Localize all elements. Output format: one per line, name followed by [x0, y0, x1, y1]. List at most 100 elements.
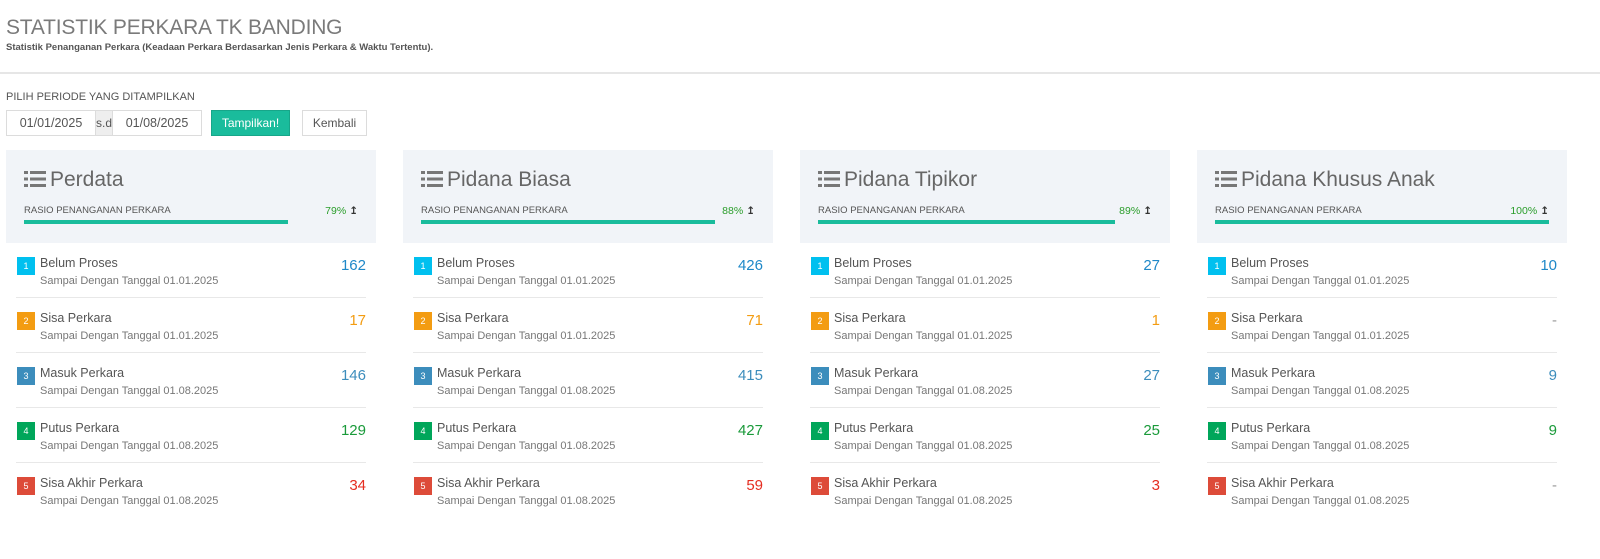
stat-value[interactable]: 415 [738, 367, 763, 384]
stat-list: 1 Belum Proses Sampai Dengan Tanggal 01.… [1197, 243, 1567, 518]
ratio-percent: 89% ↥ [1119, 205, 1152, 217]
stat-row-sisa-akhir-perkara: 5 Sisa Akhir Perkara Sampai Dengan Tangg… [16, 463, 366, 518]
stat-value[interactable]: 146 [341, 367, 366, 384]
stat-value[interactable]: 9 [1549, 422, 1557, 439]
stat-title: Sisa Perkara [1231, 311, 1303, 325]
stat-value[interactable]: 71 [746, 312, 763, 329]
stat-subtitle: Sampai Dengan Tanggal 01.01.2025 [834, 330, 1013, 342]
arrow-up-icon: ↥ [349, 205, 358, 217]
stat-title: Sisa Akhir Perkara [1231, 476, 1334, 490]
stat-subtitle: Sampai Dengan Tanggal 01.01.2025 [437, 330, 616, 342]
stat-title: Masuk Perkara [40, 366, 125, 380]
ratio-percent: 100% ↥ [1510, 205, 1549, 217]
stat-subtitle: Sampai Dengan Tanggal 01.01.2025 [40, 330, 219, 342]
arrow-up-icon: ↥ [746, 205, 755, 217]
stat-value[interactable]: 129 [341, 422, 366, 439]
stat-subtitle: Sampai Dengan Tanggal 01.08.2025 [1231, 385, 1410, 397]
list-icon [421, 171, 443, 187]
stat-value[interactable]: 59 [746, 477, 763, 494]
stat-title: Sisa Perkara [834, 311, 906, 325]
stat-value[interactable]: 34 [349, 477, 366, 494]
stat-title: Putus Perkara [1231, 421, 1311, 435]
ratio-progress-fill [1215, 220, 1549, 224]
stat-value[interactable]: 25 [1143, 422, 1160, 439]
end-date-input[interactable] [113, 111, 201, 135]
stat-subtitle: Sampai Dengan Tanggal 01.08.2025 [834, 440, 1013, 452]
panel-header: Pidana Tipikor RASIO PENANGANAN PERKARA … [800, 150, 1170, 243]
stat-value[interactable]: 9 [1549, 367, 1557, 384]
stat-row-putus-perkara: 4 Putus Perkara Sampai Dengan Tanggal 01… [1207, 408, 1557, 463]
panel-pidana-tipikor: Pidana Tipikor RASIO PENANGANAN PERKARA … [800, 150, 1170, 518]
panel-pidana-biasa: Pidana Biasa RASIO PENANGANAN PERKARA 88… [403, 150, 773, 518]
panel-title: Perdata [50, 168, 124, 191]
stat-value[interactable]: 427 [738, 422, 763, 439]
stat-value[interactable]: 1 [1152, 312, 1160, 329]
stat-value[interactable]: 162 [341, 257, 366, 274]
stat-number-badge: 4 [414, 422, 432, 440]
panel-header: Pidana Biasa RASIO PENANGANAN PERKARA 88… [403, 150, 773, 243]
stat-row-sisa-akhir-perkara: 5 Sisa Akhir Perkara Sampai Dengan Tangg… [810, 463, 1160, 518]
stat-row-sisa-perkara: 2 Sisa Perkara Sampai Dengan Tanggal 01.… [413, 298, 763, 353]
stat-subtitle: Sampai Dengan Tanggal 01.08.2025 [1231, 440, 1410, 452]
ratio-percent: 79% ↥ [325, 205, 358, 217]
show-button[interactable]: Tampilkan! [211, 110, 290, 136]
stat-title: Belum Proses [437, 256, 515, 270]
stat-number-badge: 1 [1208, 257, 1226, 275]
stat-number-badge: 5 [811, 477, 829, 495]
stat-subtitle: Sampai Dengan Tanggal 01.01.2025 [1231, 330, 1410, 342]
stat-number-badge: 5 [17, 477, 35, 495]
panel-title: Pidana Biasa [447, 168, 571, 191]
stat-list: 1 Belum Proses Sampai Dengan Tanggal 01.… [800, 243, 1170, 518]
stat-row-sisa-perkara: 2 Sisa Perkara Sampai Dengan Tanggal 01.… [16, 298, 366, 353]
stat-number-badge: 3 [1208, 367, 1226, 385]
stat-row-sisa-akhir-perkara: 5 Sisa Akhir Perkara Sampai Dengan Tangg… [413, 463, 763, 518]
stat-row-belum-proses: 1 Belum Proses Sampai Dengan Tanggal 01.… [413, 243, 763, 298]
stat-row-masuk-perkara: 3 Masuk Perkara Sampai Dengan Tanggal 01… [413, 353, 763, 408]
ratio-progress-bar [421, 220, 755, 224]
stat-title: Putus Perkara [834, 421, 914, 435]
stat-title: Putus Perkara [437, 421, 517, 435]
stat-row-belum-proses: 1 Belum Proses Sampai Dengan Tanggal 01.… [1207, 243, 1557, 298]
stat-value[interactable]: - [1552, 312, 1557, 329]
stat-subtitle: Sampai Dengan Tanggal 01.08.2025 [834, 495, 1013, 507]
stat-row-putus-perkara: 4 Putus Perkara Sampai Dengan Tanggal 01… [413, 408, 763, 463]
stat-title: Masuk Perkara [1231, 366, 1316, 380]
stat-subtitle: Sampai Dengan Tanggal 01.01.2025 [40, 275, 219, 287]
ratio-progress-fill [421, 220, 715, 224]
stat-subtitle: Sampai Dengan Tanggal 01.01.2025 [834, 275, 1013, 287]
stat-number-badge: 2 [811, 312, 829, 330]
stat-title: Masuk Perkara [834, 366, 919, 380]
stat-row-sisa-akhir-perkara: 5 Sisa Akhir Perkara Sampai Dengan Tangg… [1207, 463, 1557, 518]
stat-title: Sisa Perkara [437, 311, 509, 325]
stat-value[interactable]: 27 [1143, 367, 1160, 384]
start-date-input[interactable] [7, 111, 95, 135]
stat-number-badge: 4 [17, 422, 35, 440]
stat-value[interactable]: - [1552, 477, 1557, 494]
stat-subtitle: Sampai Dengan Tanggal 01.08.2025 [437, 440, 616, 452]
stat-value[interactable]: 10 [1540, 257, 1557, 274]
stat-number-badge: 3 [414, 367, 432, 385]
stat-value[interactable]: 3 [1152, 477, 1160, 494]
ratio-label: RASIO PENANGANAN PERKARA [421, 205, 568, 216]
stat-subtitle: Sampai Dengan Tanggal 01.08.2025 [437, 495, 616, 507]
stat-title: Masuk Perkara [437, 366, 522, 380]
stat-subtitle: Sampai Dengan Tanggal 01.08.2025 [40, 440, 219, 452]
stat-number-badge: 1 [811, 257, 829, 275]
stat-number-badge: 2 [1208, 312, 1226, 330]
stat-list: 1 Belum Proses Sampai Dengan Tanggal 01.… [403, 243, 773, 518]
ratio-progress-bar [818, 220, 1152, 224]
list-icon [818, 171, 840, 187]
ratio-progress-fill [818, 220, 1116, 224]
panel-pidana-khusus-anak: Pidana Khusus Anak RASIO PENANGANAN PERK… [1197, 150, 1567, 518]
panel-title: Pidana Khusus Anak [1241, 168, 1435, 191]
stat-value[interactable]: 17 [349, 312, 366, 329]
stat-value[interactable]: 426 [738, 257, 763, 274]
stat-row-masuk-perkara: 3 Masuk Perkara Sampai Dengan Tanggal 01… [16, 353, 366, 408]
stat-row-sisa-perkara: 2 Sisa Perkara Sampai Dengan Tanggal 01.… [1207, 298, 1557, 353]
list-icon [1215, 171, 1237, 187]
stat-subtitle: Sampai Dengan Tanggal 01.08.2025 [1231, 495, 1410, 507]
back-button[interactable]: Kembali [302, 110, 367, 136]
stat-row-belum-proses: 1 Belum Proses Sampai Dengan Tanggal 01.… [810, 243, 1160, 298]
stat-value[interactable]: 27 [1143, 257, 1160, 274]
panel-header: Perdata RASIO PENANGANAN PERKARA 79% ↥ [6, 150, 376, 243]
